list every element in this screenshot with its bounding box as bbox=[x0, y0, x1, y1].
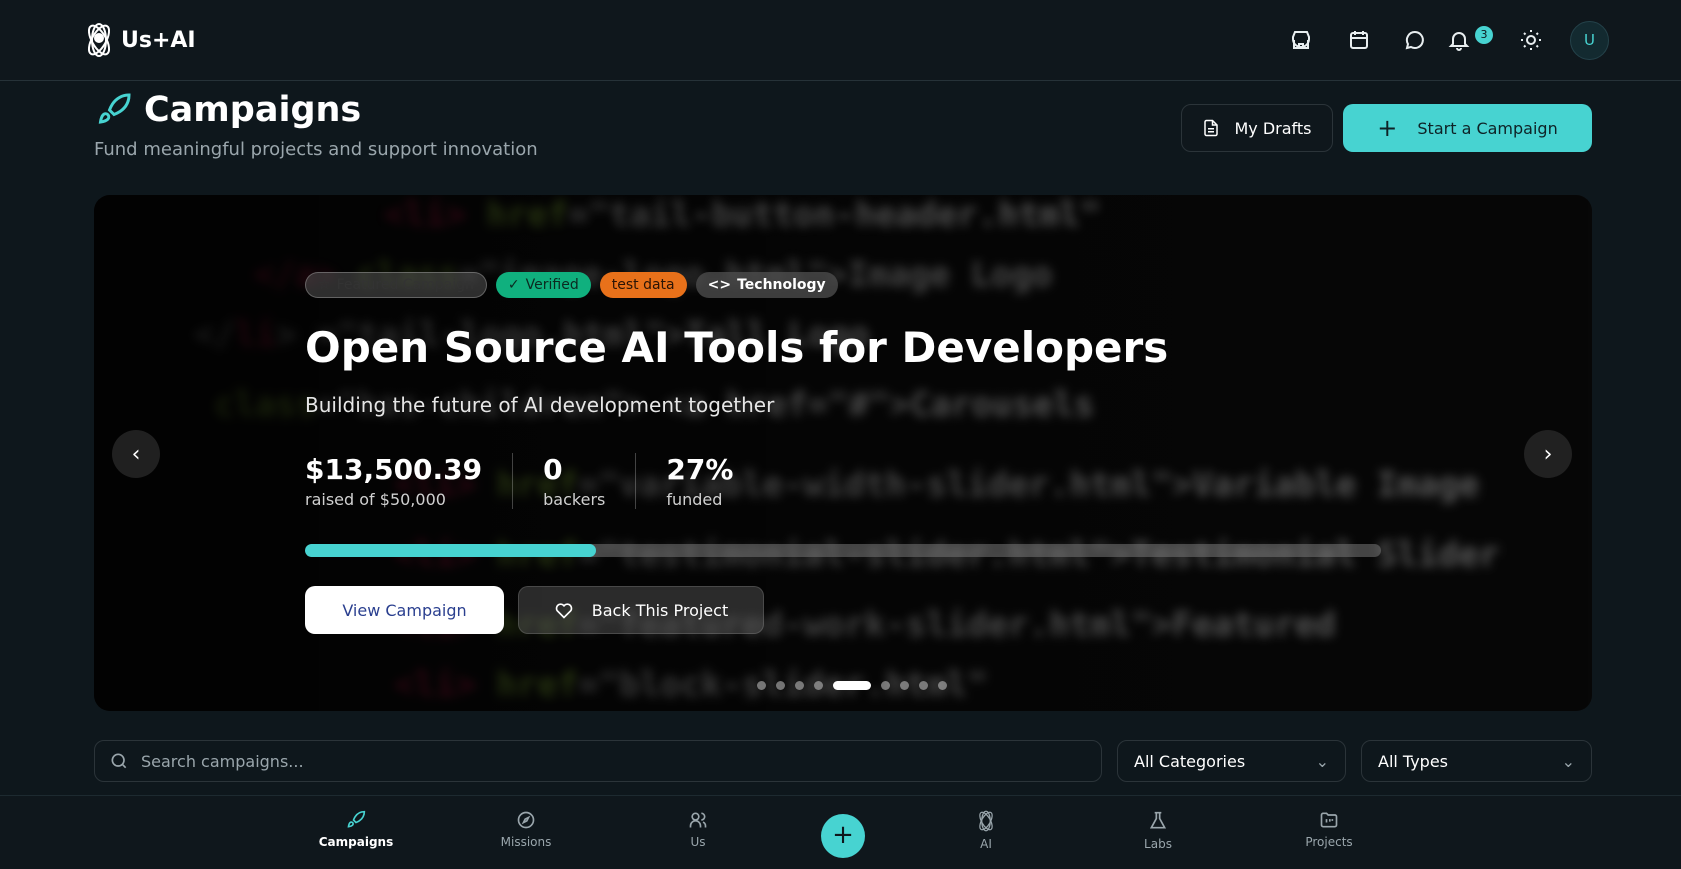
back-project-label: Back This Project bbox=[591, 600, 729, 620]
store-icon[interactable] bbox=[1289, 28, 1313, 52]
campaign-title: Open Source AI Tools for Developers bbox=[305, 323, 1169, 372]
avatar[interactable]: U bbox=[1570, 21, 1609, 60]
bell-icon[interactable] bbox=[1447, 28, 1471, 52]
view-campaign-button[interactable]: View Campaign bbox=[305, 586, 504, 634]
category-badge: <> Technology bbox=[695, 272, 838, 298]
carousel-dot[interactable] bbox=[919, 681, 928, 690]
backers-stat: 0 backers bbox=[543, 453, 637, 509]
calendar-icon[interactable] bbox=[1347, 28, 1371, 52]
featured-badge-label: Featured Campaign bbox=[336, 277, 474, 293]
campaign-badges: ☆ Featured Campaign ✓ Verified test data <… bbox=[305, 272, 838, 298]
document-icon bbox=[1204, 119, 1219, 137]
carousel-dot[interactable] bbox=[795, 681, 804, 690]
back-project-button[interactable]: Back This Project bbox=[518, 586, 764, 634]
chat-icon[interactable] bbox=[1403, 28, 1427, 52]
bottom-navigation: Campaigns Missions Us + AI Labs Projects bbox=[0, 795, 1681, 869]
campaign-stats: $13,500.39 raised of $50,000 0 backers 27%… bbox=[305, 453, 793, 509]
category-badge-label: Technology bbox=[737, 277, 826, 293]
rocket-icon bbox=[347, 810, 366, 828]
nav-label: Projects bbox=[1305, 835, 1353, 849]
chevron-right-icon: › bbox=[1543, 441, 1553, 467]
nav-label: Campaigns bbox=[318, 835, 394, 849]
logo[interactable]: Us+AI bbox=[81, 22, 196, 58]
carousel-dot[interactable] bbox=[881, 681, 890, 690]
carousel-dot[interactable] bbox=[814, 681, 823, 690]
start-campaign-button[interactable]: + Start a Campaign bbox=[1343, 104, 1592, 152]
search-input[interactable] bbox=[141, 751, 1041, 771]
search-icon bbox=[111, 753, 127, 769]
nav-label: Us bbox=[690, 835, 706, 849]
nav-campaigns[interactable]: Campaigns bbox=[296, 810, 416, 849]
my-drafts-label: My Drafts bbox=[1234, 118, 1312, 138]
campaign-subtitle: Building the future of AI development to… bbox=[305, 393, 775, 417]
nav-projects[interactable]: Projects bbox=[1269, 810, 1389, 849]
funded-value: 27% bbox=[666, 453, 734, 486]
logo-atom-icon bbox=[87, 23, 111, 57]
featured-badge: ☆ Featured Campaign bbox=[305, 272, 487, 298]
code-icon: <> bbox=[707, 277, 732, 293]
atom-icon bbox=[979, 810, 993, 832]
notification-badge: 3 bbox=[1475, 26, 1493, 44]
raised-label: raised of $50,000 bbox=[305, 490, 446, 509]
carousel-next-button[interactable]: › bbox=[1524, 430, 1572, 478]
funding-progress-bar bbox=[305, 544, 1381, 557]
nav-label: AI bbox=[980, 837, 992, 851]
carousel-dot[interactable] bbox=[757, 681, 766, 690]
users-icon bbox=[689, 812, 707, 828]
carousel-prev-button[interactable]: ‹ bbox=[112, 430, 160, 478]
nav-ai[interactable]: AI bbox=[926, 810, 1046, 851]
create-button[interactable]: + bbox=[821, 814, 865, 858]
funded-stat: 27% funded bbox=[666, 453, 763, 509]
verified-badge-label: Verified bbox=[525, 277, 579, 293]
nav-labs[interactable]: Labs bbox=[1098, 810, 1218, 851]
logo-text: Us+AI bbox=[121, 27, 196, 53]
nav-label: Missions bbox=[500, 835, 552, 849]
category-value: All Categories bbox=[1134, 751, 1246, 771]
page-title: Campaigns bbox=[96, 90, 361, 130]
page-subtitle: Fund meaningful projects and support inn… bbox=[94, 139, 538, 160]
check-circle-icon: ✓ bbox=[507, 277, 520, 293]
featured-carousel: <li> href="tail-button-header.html" </a>… bbox=[94, 195, 1592, 711]
type-select[interactable]: All Types ⌄ bbox=[1361, 740, 1592, 782]
nav-us[interactable]: Us bbox=[638, 810, 758, 849]
search-box bbox=[94, 740, 1102, 782]
heart-icon bbox=[555, 603, 573, 619]
backers-label: backers bbox=[543, 490, 606, 509]
rocket-icon bbox=[98, 93, 131, 124]
compass-icon bbox=[517, 811, 535, 829]
chevron-down-icon: ⌄ bbox=[1561, 751, 1575, 771]
progress-fill bbox=[305, 544, 596, 557]
carousel-dots bbox=[757, 681, 947, 690]
test-data-label: test data bbox=[611, 277, 675, 293]
star-icon: ☆ bbox=[318, 277, 331, 293]
plus-icon: + bbox=[832, 820, 854, 850]
funded-label: funded bbox=[666, 490, 723, 509]
backers-value: 0 bbox=[543, 453, 563, 486]
plus-icon: + bbox=[1377, 114, 1398, 142]
flask-icon bbox=[1149, 811, 1167, 829]
carousel-dot[interactable] bbox=[900, 681, 909, 690]
chevron-left-icon: ‹ bbox=[131, 441, 141, 467]
page-title-text: Campaigns bbox=[144, 90, 362, 130]
carousel-dot[interactable] bbox=[776, 681, 785, 690]
verified-badge: ✓ Verified bbox=[495, 272, 591, 298]
test-data-badge: test data bbox=[599, 272, 687, 298]
raised-stat: $13,500.39 raised of $50,000 bbox=[305, 453, 514, 509]
carousel-dot[interactable] bbox=[833, 681, 871, 690]
nav-missions[interactable]: Missions bbox=[466, 810, 586, 849]
folder-icon bbox=[1320, 812, 1338, 828]
chevron-down-icon: ⌄ bbox=[1315, 751, 1329, 771]
top-header: Us+AI 3 U bbox=[0, 0, 1681, 81]
category-select[interactable]: All Categories ⌄ bbox=[1117, 740, 1346, 782]
type-value: All Types bbox=[1378, 751, 1449, 771]
nav-label: Labs bbox=[1144, 837, 1172, 851]
carousel-dot[interactable] bbox=[938, 681, 947, 690]
start-campaign-label: Start a Campaign bbox=[1417, 118, 1558, 138]
sun-icon[interactable] bbox=[1519, 28, 1543, 52]
my-drafts-button[interactable]: My Drafts bbox=[1181, 104, 1333, 152]
raised-value: $13,500.39 bbox=[305, 453, 483, 486]
